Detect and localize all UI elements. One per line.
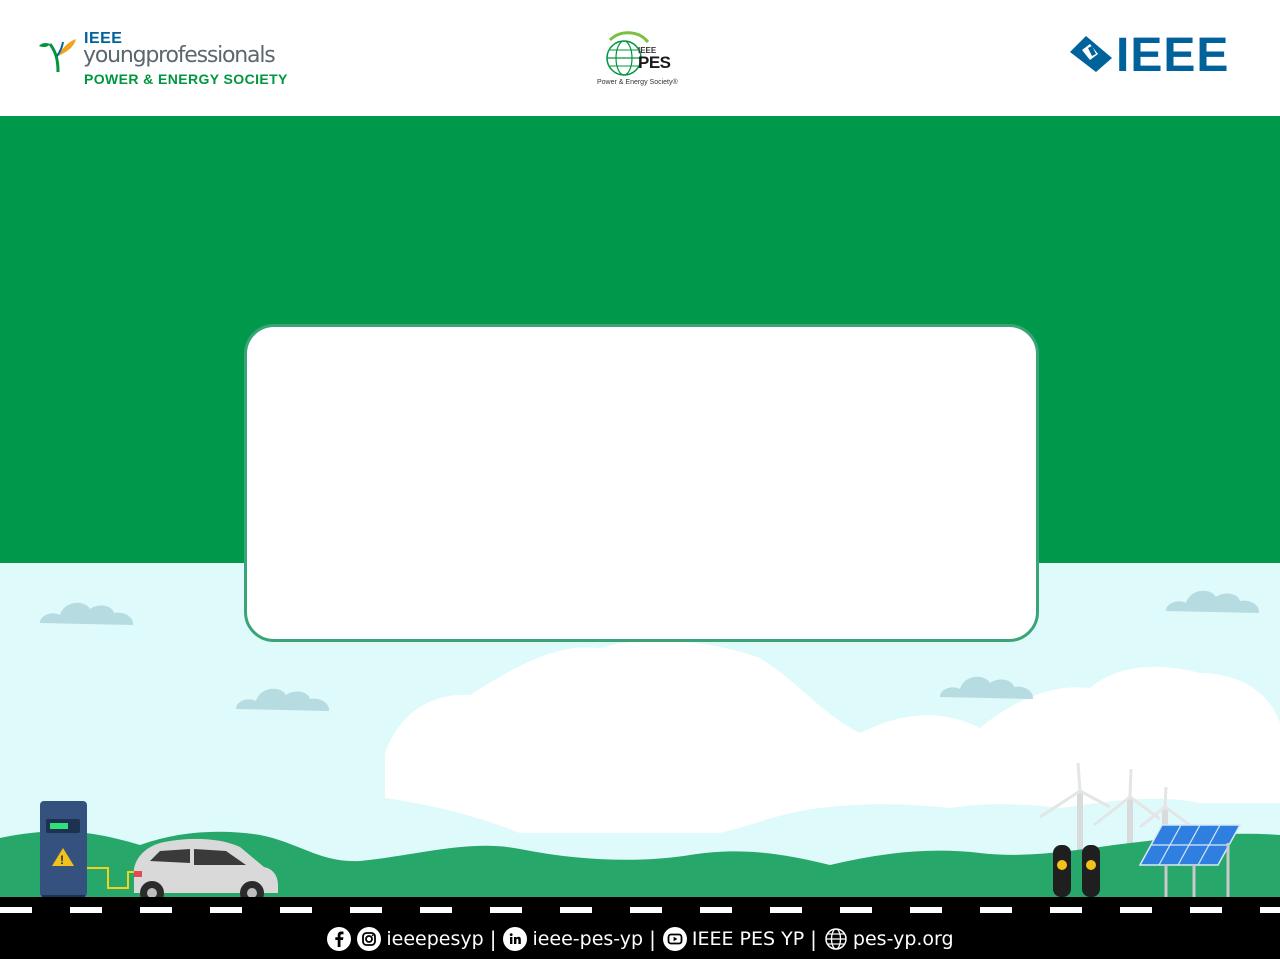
white-blob-shape: [385, 640, 1280, 833]
instagram-icon[interactable]: [357, 927, 382, 951]
youtube-channel-text[interactable]: IEEE PES YP: [692, 928, 804, 950]
cloud-icon: [236, 688, 330, 711]
ieee-kite-icon: [1070, 36, 1112, 72]
social-footer: ieeepesyp | ieee-pes-yp | IEEE PES YP | …: [0, 922, 1280, 956]
globe-icon[interactable]: [824, 927, 848, 951]
ieee-logo: IEEE: [1068, 30, 1244, 84]
social-handle-text[interactable]: ieeepesyp: [386, 928, 483, 950]
yp-society-text: POWER & ENERGY SOCIETY: [84, 71, 288, 87]
ieee-pes-logo: IEEE PES Power & Energy Society®: [592, 28, 688, 90]
cloud-icon: [940, 676, 1034, 699]
linkedin-handle-text[interactable]: ieee-pes-yp: [532, 928, 643, 950]
linkedin-icon[interactable]: [503, 927, 528, 951]
footer-separator: |: [649, 927, 656, 951]
ieee-yp-pes-logo: IEEE youngprofessionals POWER & ENERGY S…: [38, 30, 288, 90]
yp-youngprofessionals-text: youngprofessionals: [83, 43, 276, 68]
website-link-text[interactable]: pes-yp.org: [853, 928, 954, 950]
footer-separator: |: [810, 927, 817, 951]
cloud-icon: [40, 602, 134, 625]
pes-tagline-text: Power & Energy Society®: [597, 79, 678, 86]
road-lane-markings: [0, 907, 1280, 913]
header-bar: IEEE youngprofessionals POWER & ENERGY S…: [0, 0, 1280, 116]
cloud-icon: [1166, 590, 1260, 613]
svg-text:!: !: [60, 853, 64, 867]
facebook-icon[interactable]: [327, 927, 352, 951]
youtube-icon[interactable]: [662, 927, 687, 951]
content-card: [244, 324, 1039, 642]
yp-leaf-icon: [39, 39, 76, 73]
charging-station-icon: !: [40, 801, 87, 899]
footer-separator: |: [489, 927, 497, 951]
pes-wordmark-text: PES: [638, 53, 671, 72]
ieee-wordmark-text: IEEE: [1116, 29, 1230, 82]
